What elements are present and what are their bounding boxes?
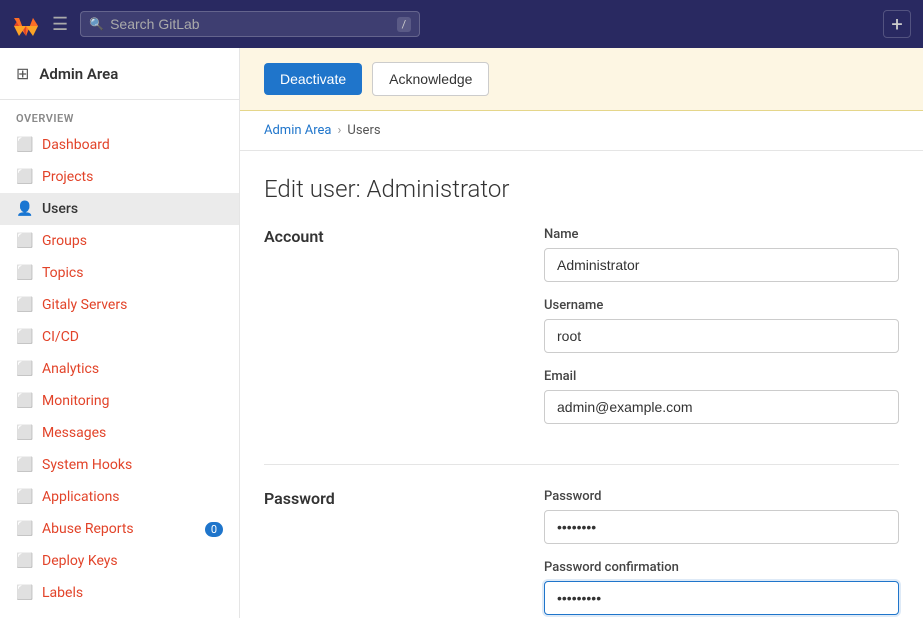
sidebar-item-applications[interactable]: ⬜ Applications [0, 481, 239, 513]
projects-icon: ⬜ [16, 169, 32, 185]
sidebar-item-messages[interactable]: ⬜ Messages [0, 417, 239, 449]
breadcrumb: Admin Area › Users [240, 111, 923, 151]
password-section-title: Password [264, 489, 504, 618]
sidebar-item-label: Analytics [42, 361, 99, 377]
sidebar-item-deploy-keys[interactable]: ⬜ Deploy Keys [0, 545, 239, 577]
sidebar-item-label: Gitaly Servers [42, 297, 127, 313]
email-group: Email [544, 369, 899, 424]
slash-badge: / [397, 17, 412, 32]
sidebar-item-groups[interactable]: ⬜ Groups [0, 225, 239, 257]
username-group: Username [544, 298, 899, 353]
sidebar-item-label: Abuse Reports [42, 521, 134, 537]
password-confirm-label: Password confirmation [544, 560, 899, 575]
sidebar-item-label: Messages [42, 425, 106, 441]
sidebar-item-label: Deploy Keys [42, 553, 118, 569]
sidebar-title: Admin Area [39, 65, 118, 83]
sidebar-item-projects[interactable]: ⬜ Projects [0, 161, 239, 193]
analytics-icon: ⬜ [16, 361, 32, 377]
username-label: Username [544, 298, 899, 313]
name-group: Name [544, 227, 899, 282]
password-label: Password [544, 489, 899, 504]
admin-area-icon: ⊞ [16, 64, 29, 83]
topics-icon: ⬜ [16, 265, 32, 281]
breadcrumb-separator: › [338, 123, 342, 138]
sidebar-item-dashboard[interactable]: ⬜ Dashboard [0, 129, 239, 161]
password-fields: Password Password confirmation [544, 489, 899, 618]
sidebar-item-label: Labels [42, 585, 83, 601]
applications-icon: ⬜ [16, 489, 32, 505]
breadcrumb-current: Users [347, 123, 380, 138]
abuse-reports-badge: 0 [205, 522, 223, 537]
sidebar-item-label: Groups [42, 233, 87, 249]
hamburger-menu[interactable]: ☰ [48, 10, 72, 39]
monitoring-icon: ⬜ [16, 393, 32, 409]
section-divider [264, 464, 899, 465]
alert-bar: Deactivate Acknowledge [240, 48, 923, 111]
sidebar-item-topics[interactable]: ⬜ Topics [0, 257, 239, 289]
deploy-keys-icon: ⬜ [16, 553, 32, 569]
sidebar-item-abuse-reports[interactable]: ⬜ Abuse Reports 0 [0, 513, 239, 545]
page-content: Edit user: Administrator Account Name Us… [240, 151, 923, 618]
password-section: Password Password Password confirmation [264, 489, 899, 618]
account-section-title: Account [264, 227, 504, 440]
name-label: Name [544, 227, 899, 242]
sidebar: ⊞ Admin Area Overview ⬜ Dashboard ⬜ Proj… [0, 48, 240, 618]
sidebar-item-system-hooks[interactable]: ⬜ System Hooks [0, 449, 239, 481]
sidebar-item-gitaly-servers[interactable]: ⬜ Gitaly Servers [0, 289, 239, 321]
search-input[interactable] [110, 16, 391, 32]
sidebar-item-cicd[interactable]: ⬜ CI/CD [0, 321, 239, 353]
dashboard-icon: ⬜ [16, 137, 32, 153]
email-input[interactable] [544, 390, 899, 424]
top-navigation: ☰ 🔍 / + [0, 0, 923, 48]
account-section: Account Name Username Email [264, 227, 899, 440]
messages-icon: ⬜ [16, 425, 32, 441]
account-fields: Name Username Email [544, 227, 899, 440]
sidebar-item-label: Projects [42, 169, 93, 185]
top-nav-right: + [883, 10, 911, 38]
password-input[interactable] [544, 510, 899, 544]
overview-section-label: Overview [0, 100, 239, 129]
cicd-icon: ⬜ [16, 329, 32, 345]
sidebar-item-label: Topics [42, 265, 83, 281]
sidebar-item-labels[interactable]: ⬜ Labels [0, 577, 239, 609]
system-hooks-icon: ⬜ [16, 457, 32, 473]
sidebar-item-label: System Hooks [42, 457, 132, 473]
groups-icon: ⬜ [16, 233, 32, 249]
username-input[interactable] [544, 319, 899, 353]
plus-button[interactable]: + [883, 10, 911, 38]
email-label: Email [544, 369, 899, 384]
labels-icon: ⬜ [16, 585, 32, 601]
page-title: Edit user: Administrator [264, 175, 899, 203]
sidebar-item-label: Dashboard [42, 137, 110, 153]
sidebar-item-users[interactable]: 👤 Users [0, 193, 239, 225]
sidebar-item-label: Users [42, 201, 78, 217]
search-icon: 🔍 [89, 17, 104, 31]
main-content: Deactivate Acknowledge Admin Area › User… [240, 48, 923, 618]
sidebar-item-label: Applications [42, 489, 120, 505]
search-box[interactable]: 🔍 / [80, 11, 420, 37]
breadcrumb-parent[interactable]: Admin Area [264, 123, 332, 138]
password-group: Password [544, 489, 899, 544]
deactivate-button[interactable]: Deactivate [264, 63, 362, 95]
sidebar-item-label: CI/CD [42, 329, 79, 345]
sidebar-item-monitoring[interactable]: ⬜ Monitoring [0, 385, 239, 417]
sidebar-item-analytics[interactable]: ⬜ Analytics [0, 353, 239, 385]
gitlab-logo [12, 10, 40, 38]
sidebar-header: ⊞ Admin Area [0, 48, 239, 100]
name-input[interactable] [544, 248, 899, 282]
acknowledge-button[interactable]: Acknowledge [372, 62, 489, 96]
password-confirm-input[interactable] [544, 581, 899, 615]
password-confirm-group: Password confirmation [544, 560, 899, 615]
sidebar-item-label: Monitoring [42, 393, 110, 409]
users-icon: 👤 [16, 201, 32, 217]
abuse-reports-icon: ⬜ [16, 521, 32, 537]
gitaly-icon: ⬜ [16, 297, 32, 313]
